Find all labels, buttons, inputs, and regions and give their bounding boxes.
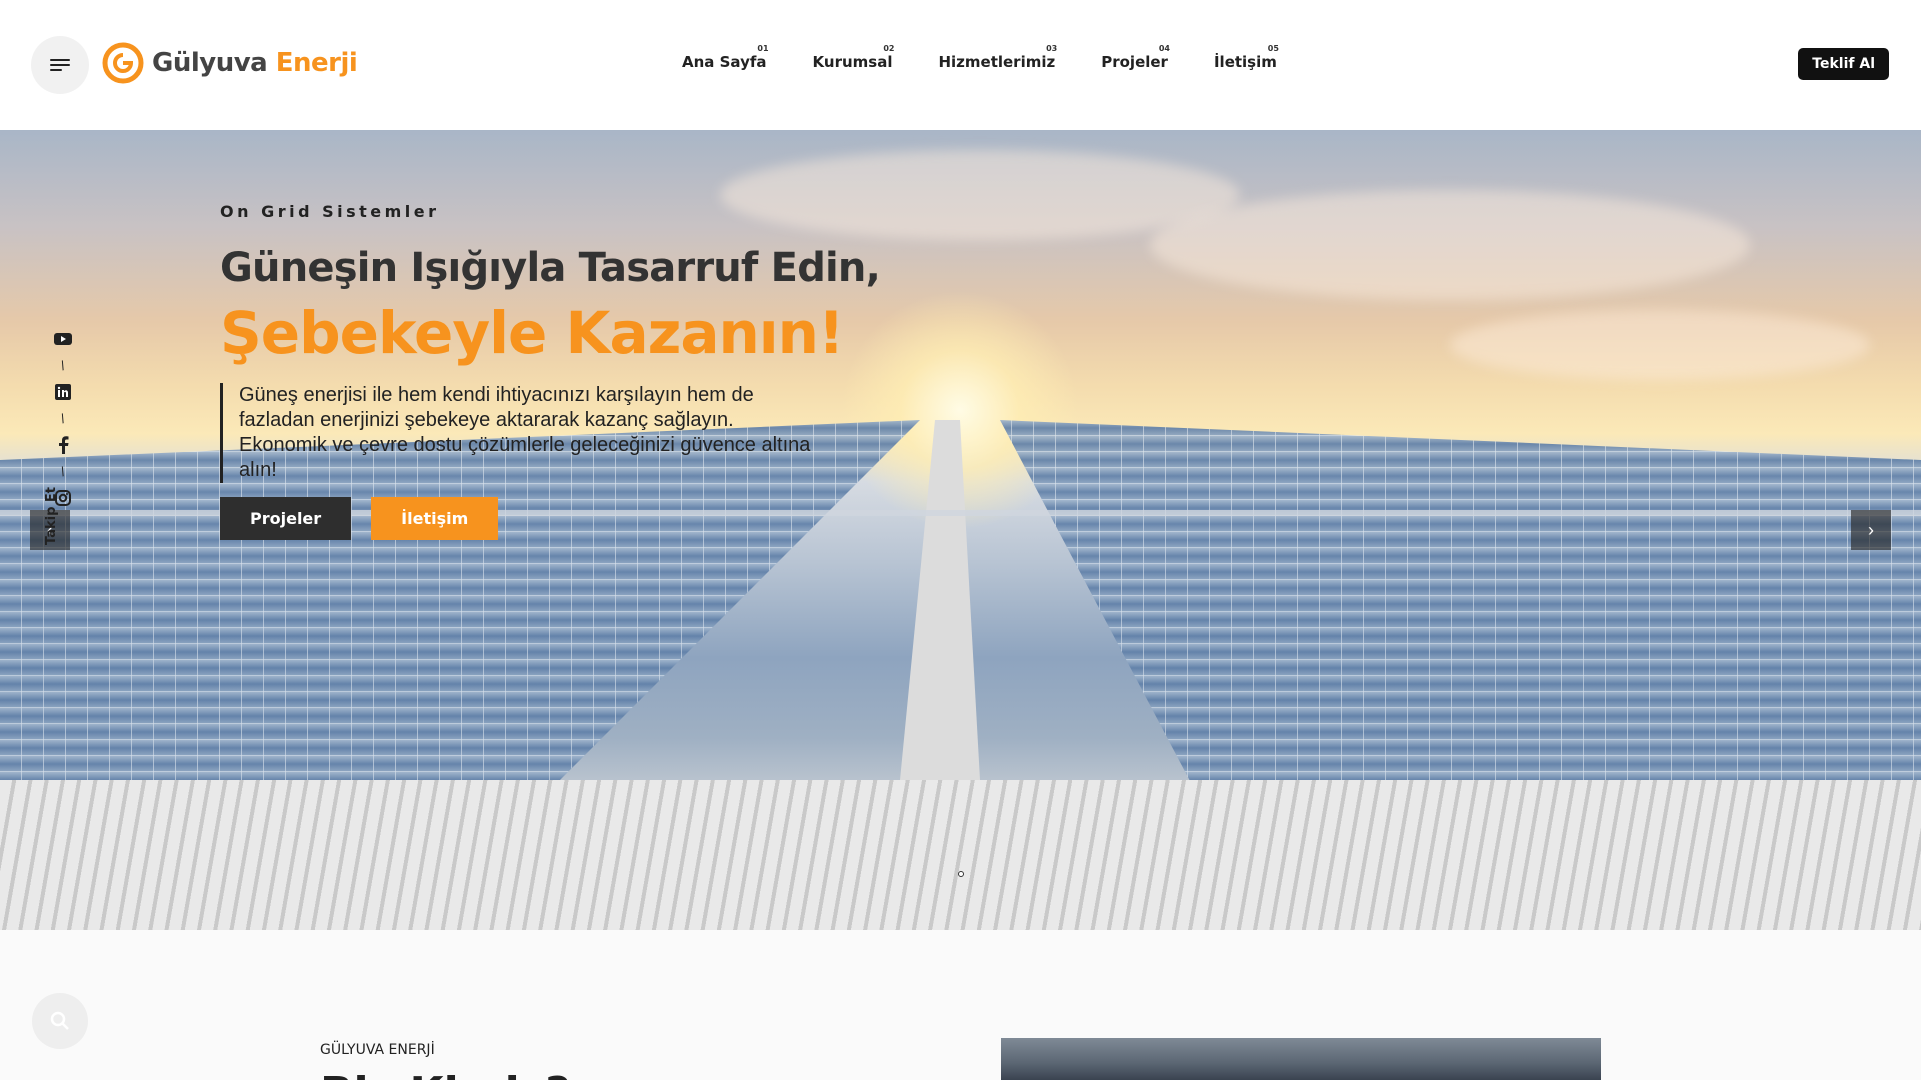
- hero-slider: On Grid Sistemler Güneşin Işığıyla Tasar…: [0, 130, 1921, 930]
- social-separator: /: [58, 463, 68, 480]
- linkedin-icon[interactable]: [54, 383, 72, 401]
- slider-next-button[interactable]: ›: [1851, 510, 1891, 550]
- hero-description: Güneş enerjisi ile hem kendi ihtiyacınız…: [220, 383, 820, 483]
- nav-item-number: 01: [757, 44, 769, 53]
- social-links: / / /: [50, 330, 76, 507]
- nav-item-label: Kurumsal: [812, 53, 893, 71]
- hero-cloud: [1150, 190, 1750, 300]
- main-nav: 01 Ana Sayfa 02 Kurumsal 03 Hizmetlerimi…: [682, 44, 1279, 71]
- nav-item-ana-sayfa[interactable]: 01 Ana Sayfa: [682, 44, 769, 71]
- nav-item-label: İletişim: [1213, 53, 1277, 71]
- chevron-right-icon: ›: [1868, 519, 1874, 540]
- hero-buttons: Projeler İletişim: [220, 497, 920, 540]
- hero-content: On Grid Sistemler Güneşin Işığıyla Tasar…: [220, 202, 920, 540]
- hero-cloud: [1450, 310, 1870, 380]
- nav-item-hizmetlerimiz[interactable]: 03 Hizmetlerimiz: [938, 44, 1058, 71]
- social-separator: /: [58, 410, 68, 427]
- site-header: Gülyuva Enerji 01 Ana Sayfa 02 Kurumsal …: [0, 0, 1921, 130]
- nav-item-label: Ana Sayfa: [682, 53, 767, 71]
- section-kicker: GÜLYUVA ENERJİ: [320, 1042, 435, 1058]
- hero-title-line2: Şebekeyle Kazanın!: [220, 299, 844, 367]
- nav-item-projeler[interactable]: 04 Projeler: [1101, 44, 1170, 71]
- follow-label: Takip Et: [44, 487, 59, 545]
- about-image: [1001, 1038, 1601, 1080]
- contact-button[interactable]: İletişim: [371, 497, 499, 540]
- slider-dot[interactable]: [958, 871, 964, 877]
- social-separator: /: [58, 357, 68, 374]
- hamburger-menu-button[interactable]: [31, 36, 89, 94]
- nav-item-kurumsal[interactable]: 02 Kurumsal: [812, 44, 895, 71]
- search-icon: [50, 1011, 69, 1030]
- brand-name-part2: Enerji: [275, 48, 358, 78]
- nav-item-iletisim[interactable]: 05 İletişim: [1213, 44, 1279, 71]
- quote-button[interactable]: Teklif Al: [1798, 48, 1889, 80]
- projects-button[interactable]: Projeler: [220, 497, 352, 540]
- brand-logo[interactable]: Gülyuva Enerji: [102, 42, 358, 84]
- metal-roof-image: [0, 780, 1921, 930]
- facebook-icon[interactable]: [54, 436, 72, 454]
- youtube-icon[interactable]: [54, 330, 72, 348]
- section-heading: Biz Kimiz?: [320, 1068, 571, 1080]
- search-button[interactable]: [32, 993, 88, 1049]
- nav-item-number: 04: [1158, 44, 1170, 53]
- hero-eyebrow: On Grid Sistemler: [220, 202, 440, 221]
- nav-item-label: Projeler: [1101, 53, 1168, 71]
- nav-item-label: Hizmetlerimiz: [938, 53, 1056, 71]
- hero-title-line1: Güneşin Işığıyla Tasarruf Edin,: [220, 245, 881, 291]
- brand-name-part1: Gülyuva: [152, 48, 268, 78]
- nav-item-number: 02: [883, 44, 895, 53]
- logo-mark-icon: [102, 42, 144, 84]
- brand-name: Gülyuva Enerji: [152, 48, 358, 78]
- hamburger-icon: [50, 59, 70, 71]
- nav-item-number: 05: [1267, 44, 1279, 53]
- nav-item-number: 03: [1046, 44, 1058, 53]
